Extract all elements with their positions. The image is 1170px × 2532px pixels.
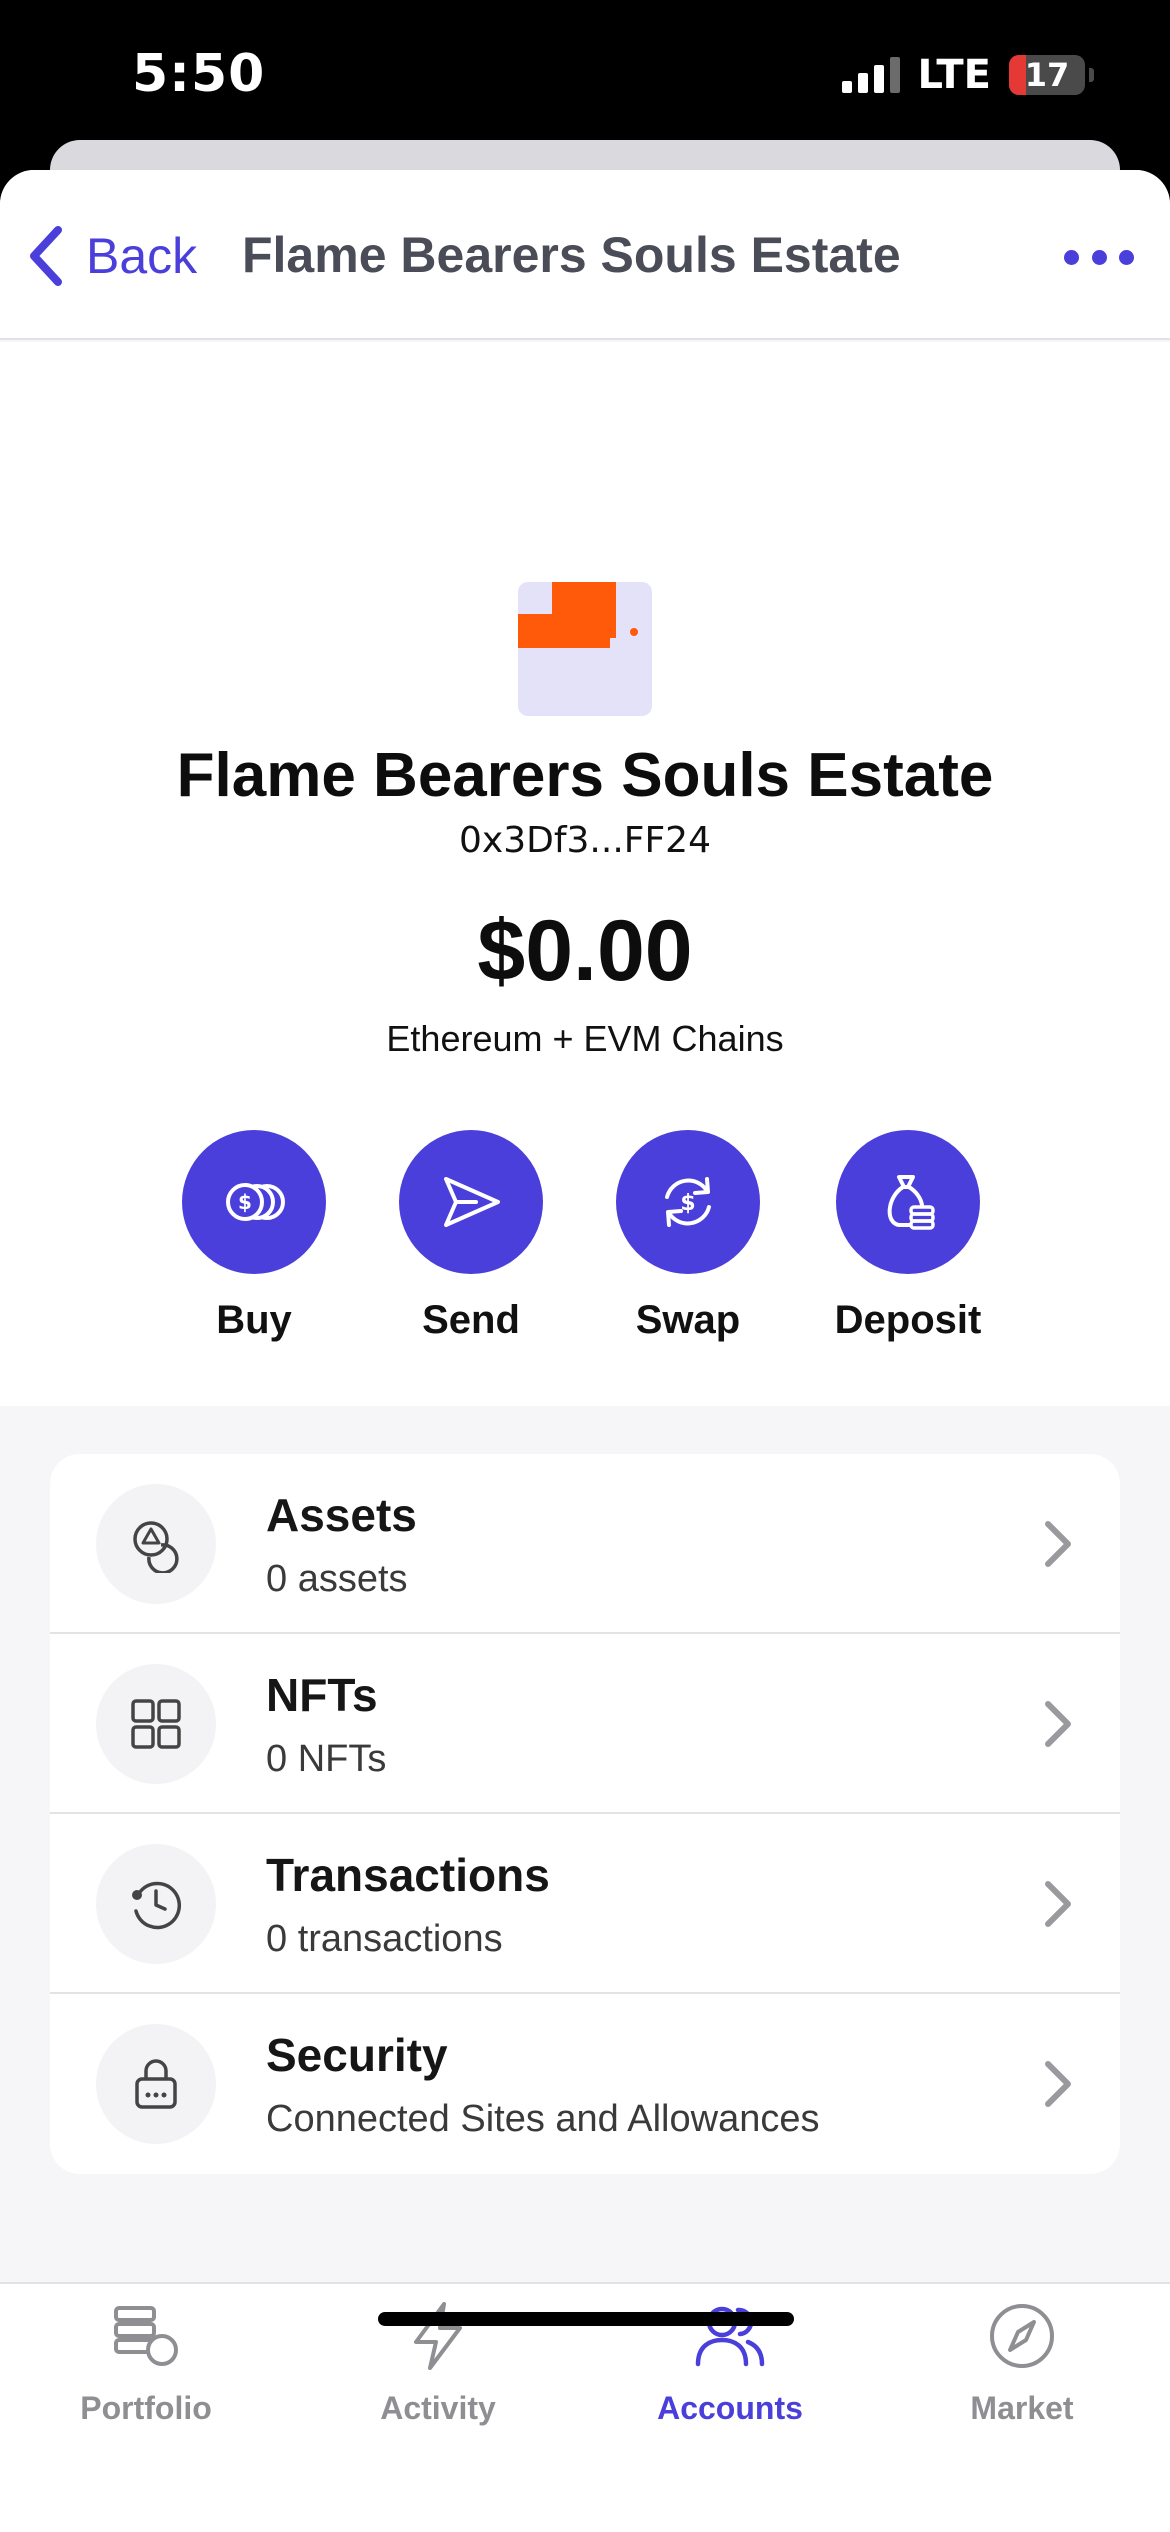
security-subtitle: Connected Sites and Allowances — [266, 2098, 820, 2140]
swap-label: Swap — [635, 1298, 741, 1342]
security-row[interactable]: Security Connected Sites and Allowances — [50, 1994, 1120, 2174]
assets-icon — [133, 1521, 179, 1573]
security-title: Security — [266, 2029, 448, 2081]
users-icon — [695, 2306, 765, 2367]
transactions-row[interactable]: Transactions 0 transactions — [50, 1814, 1120, 1994]
account-sections-list: Assets 0 assets NFTs 0 NFTs Transactions… — [50, 1454, 1120, 2174]
status-indicators: LTE 17 — [841, 52, 1094, 98]
account-sheet: Back Flame Bearers Souls Estate Flame Be… — [0, 170, 1170, 2532]
send-label: Send — [422, 1298, 520, 1342]
back-button[interactable]: Back — [26, 220, 197, 292]
chains-label: Ethereum + EVM Chains — [386, 1018, 784, 1059]
more-options-icon[interactable] — [1064, 242, 1134, 272]
send-button[interactable]: Send — [361, 1130, 581, 1343]
status-time: 5:50 — [132, 44, 266, 104]
swap-icon: $ — [665, 1177, 711, 1227]
account-summary: Flame Bearers Souls Estate 0x3Df3...FF24… — [0, 342, 1170, 1406]
home-indicator — [378, 2312, 794, 2326]
tab-market-label: Market — [970, 2390, 1074, 2426]
tab-portfolio[interactable]: Portfolio — [26, 2298, 266, 2427]
compass-icon — [990, 2304, 1054, 2368]
chevron-left-icon — [30, 226, 62, 286]
battery-level: 17 — [1024, 56, 1070, 94]
nfts-title: NFTs — [266, 1669, 378, 1721]
signal-icon — [841, 57, 900, 93]
tab-market[interactable]: Market — [902, 2298, 1142, 2427]
portfolio-icon — [114, 2306, 178, 2366]
assets-row[interactable]: Assets 0 assets — [50, 1454, 1120, 1634]
account-avatar — [518, 582, 652, 716]
assets-subtitle: 0 assets — [266, 1558, 408, 1600]
status-bar: 5:50 LTE 17 — [0, 0, 1170, 150]
buy-button[interactable]: $ Buy — [144, 1130, 364, 1343]
nfts-row[interactable]: NFTs 0 NFTs — [50, 1634, 1120, 1814]
account-balance: $0.00 — [477, 903, 693, 999]
deposit-button[interactable]: Deposit — [798, 1130, 1018, 1343]
back-label: Back — [86, 228, 198, 284]
nav-header: Back Flame Bearers Souls Estate — [0, 170, 1170, 340]
chevron-right-icon — [1045, 1881, 1071, 1927]
chevron-right-icon — [1045, 1521, 1071, 1567]
battery-icon: 17 — [1009, 55, 1085, 95]
assets-title: Assets — [266, 1489, 417, 1541]
tab-accounts-label: Accounts — [657, 2390, 803, 2426]
account-name: Flame Bearers Souls Estate — [176, 741, 994, 810]
chevron-right-icon — [1045, 1701, 1071, 1747]
tab-activity-label: Activity — [380, 2390, 496, 2426]
nfts-subtitle: 0 NFTs — [266, 1738, 387, 1780]
svg-text:$: $ — [238, 1190, 252, 1214]
chevron-right-icon — [1045, 2061, 1071, 2107]
lock-icon — [135, 2059, 177, 2109]
deposit-label: Deposit — [834, 1298, 982, 1342]
grid-icon — [131, 1699, 181, 1749]
transactions-subtitle: 0 transactions — [266, 1918, 503, 1960]
transactions-title: Transactions — [266, 1849, 550, 1901]
buy-label: Buy — [216, 1298, 292, 1342]
swap-button[interactable]: $ Swap — [578, 1130, 798, 1343]
svg-text:$: $ — [680, 1191, 695, 1216]
history-icon — [132, 1881, 181, 1930]
deposit-icon — [887, 1175, 935, 1230]
coins-icon: $ — [226, 1183, 285, 1221]
tab-portfolio-label: Portfolio — [80, 2390, 212, 2426]
page-title: Flame Bearers Souls Estate — [242, 227, 901, 283]
lightning-icon — [414, 2302, 462, 2370]
network-type: LTE — [917, 52, 991, 98]
send-icon — [444, 1177, 500, 1227]
account-address[interactable]: 0x3Df3...FF24 — [0, 820, 1170, 861]
